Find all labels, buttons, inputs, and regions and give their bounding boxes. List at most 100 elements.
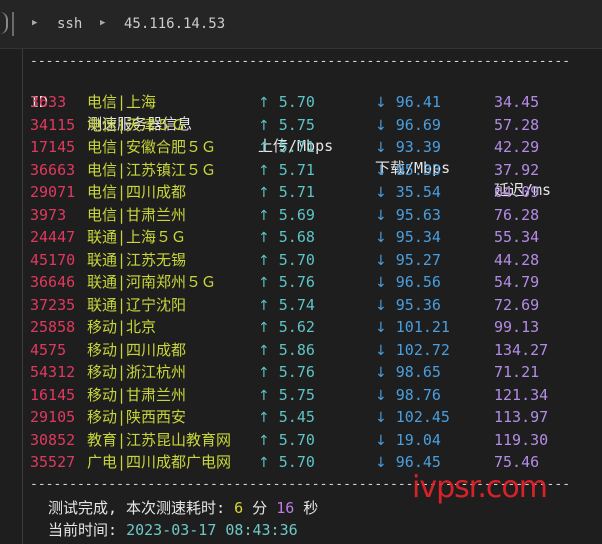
row-id: 3633 <box>30 93 67 111</box>
row-latency: 44.28 <box>494 250 540 269</box>
chevron-right-icon: ▶ <box>32 18 38 28</box>
table-row: 16145 移动|甘肃兰州 ↑ 5.75 ↓ 98.76 121.34 <box>0 384 602 406</box>
upload-value: 5.70 <box>278 430 315 449</box>
row-server: 电信|安徽合肥５Ｇ <box>87 138 217 156</box>
minutes-unit: 分 <box>243 499 277 517</box>
row-id: 24447 <box>30 228 76 246</box>
row-upload: ↑ 5.70 <box>258 91 315 114</box>
row-download: ↓ 102.72 <box>375 339 450 362</box>
arrow-down-icon: ↓ <box>375 207 387 224</box>
row-upload: ↑ 5.75 <box>258 114 315 137</box>
arrow-up-icon: ↑ <box>258 252 270 269</box>
row-latency: 37.92 <box>494 160 540 179</box>
arrow-down-icon: ↓ <box>375 297 387 314</box>
arrow-down-icon: ↓ <box>375 185 387 201</box>
row-upload: ↑ 5.70 <box>258 451 315 474</box>
row-server: 移动|北京 <box>87 318 157 336</box>
download-value: 19.04 <box>395 430 441 449</box>
scrollbar[interactable] <box>592 49 602 544</box>
arrow-up-icon: ↑ <box>258 95 270 111</box>
row-latency: 134.27 <box>494 340 549 359</box>
breadcrumb-ssh[interactable]: ssh <box>57 16 82 32</box>
upload-value: 5.86 <box>278 340 315 359</box>
arrow-up-icon: ↑ <box>258 432 270 449</box>
upload-value: 5.71 <box>278 160 315 179</box>
minutes-value: 6 <box>234 499 244 517</box>
download-value: 95.63 <box>395 205 441 224</box>
row-upload: ↑ 5.71 <box>258 181 315 204</box>
row-server: 电信|甘肃兰州 <box>87 205 187 224</box>
arrow-down-icon: ↓ <box>375 140 387 156</box>
row-download: ↓ 96.41 <box>375 91 441 114</box>
arrow-up-icon: ↑ <box>258 140 270 156</box>
row-download: ↓ 102.45 <box>375 406 450 429</box>
row-latency: 34.45 <box>494 93 540 111</box>
row-upload: ↑ 5.75 <box>258 384 315 407</box>
arrow-up-icon: ↑ <box>258 455 270 471</box>
time-label: 当前时间: <box>48 521 127 539</box>
download-value: 101.21 <box>395 318 450 336</box>
row-upload: ↑ 5.45 <box>258 406 315 429</box>
row-download: ↓ 98.65 <box>375 361 441 384</box>
row-download: ↓ 19.04 <box>375 429 441 452</box>
breadcrumb-host[interactable]: 45.116.14.53 <box>124 16 225 32</box>
table-row: 54312 移动|浙江杭州 ↑ 5.76 ↓ 98.65 71.21 <box>0 361 602 383</box>
arrow-down-icon: ↓ <box>375 252 387 269</box>
time-value: 2023-03-17 08:43:36 <box>126 521 298 539</box>
row-latency: 71.21 <box>494 363 540 381</box>
row-upload: ↑ 5.62 <box>258 316 315 339</box>
row-server: 移动|四川成都 <box>87 340 187 359</box>
arrow-down-icon: ↓ <box>375 455 387 471</box>
row-id: 29071 <box>30 183 76 201</box>
row-latency: 54.79 <box>494 273 540 291</box>
table-row: 29071 电信|四川成都 ↑ 5.71 ↓ 35.54 64.09 <box>0 181 602 203</box>
row-latency: 42.29 <box>494 138 540 156</box>
table-row: 30852 教育|江苏昆山教育网 ↑ 5.70 ↓ 19.04 119.30 <box>0 429 602 451</box>
row-server: 广电|四川成都广电网 <box>87 453 232 471</box>
download-value: 96.69 <box>395 115 441 134</box>
row-id: 37235 <box>30 295 76 314</box>
row-download: ↓ 95.34 <box>375 226 441 249</box>
arrow-up-icon: ↑ <box>258 162 270 179</box>
row-server: 电信|江苏镇江５Ｇ <box>87 160 217 179</box>
row-id: 36663 <box>30 160 76 179</box>
upload-value: 5.70 <box>278 250 315 269</box>
tab-divider <box>12 12 14 36</box>
arrow-up-icon: ↑ <box>258 410 270 426</box>
row-id: 34115 <box>30 115 76 134</box>
row-download: ↓ 35.54 <box>375 181 441 204</box>
row-latency: 76.28 <box>494 205 540 224</box>
row-download: ↓ 95.63 <box>375 204 441 227</box>
row-server: 移动|陕西西安 <box>87 408 187 426</box>
row-id: 16145 <box>30 385 76 404</box>
upload-value: 5.71 <box>278 183 315 201</box>
table-row: 29105 移动|陕西西安 ↑ 5.45 ↓ 102.45 113.97 <box>0 406 602 428</box>
arrow-down-icon: ↓ <box>375 410 387 426</box>
table-row: 34115 电信|天津５Ｇ ↑ 5.75 ↓ 96.69 57.28 <box>0 114 602 136</box>
upload-value: 5.75 <box>278 115 315 134</box>
row-upload: ↑ 5.86 <box>258 339 315 362</box>
upload-value: 5.71 <box>278 138 315 156</box>
download-value: 98.65 <box>395 363 441 381</box>
arrow-down-icon: ↓ <box>375 95 387 111</box>
table-row: 4575 移动|四川成都 ↑ 5.86 ↓ 102.72 134.27 <box>0 339 602 361</box>
row-id: 54312 <box>30 363 76 381</box>
arrow-down-icon: ↓ <box>375 275 387 291</box>
upload-value: 5.45 <box>278 408 315 426</box>
arrow-down-icon: ↓ <box>375 320 387 336</box>
upload-value: 5.70 <box>278 453 315 471</box>
row-server: 电信|四川成都 <box>87 183 187 201</box>
arrow-up-icon: ↑ <box>258 117 270 134</box>
row-download: ↓ 98.76 <box>375 384 441 407</box>
chevron-right-icon: ▶ <box>100 18 106 28</box>
row-server: 联通|辽宁沈阳 <box>87 295 187 314</box>
arrow-up-icon: ↑ <box>258 297 270 314</box>
table-row: 25858 移动|北京 ↑ 5.62 ↓ 101.21 99.13 <box>0 316 602 338</box>
divider-top: ----------------------------------------… <box>30 54 568 69</box>
row-latency: 119.30 <box>494 430 549 449</box>
arrow-down-icon: ↓ <box>375 162 387 179</box>
row-upload: ↑ 5.71 <box>258 136 315 159</box>
row-server: 移动|甘肃兰州 <box>87 385 187 404</box>
row-id: 35527 <box>30 453 76 471</box>
row-latency: 55.34 <box>494 228 540 246</box>
